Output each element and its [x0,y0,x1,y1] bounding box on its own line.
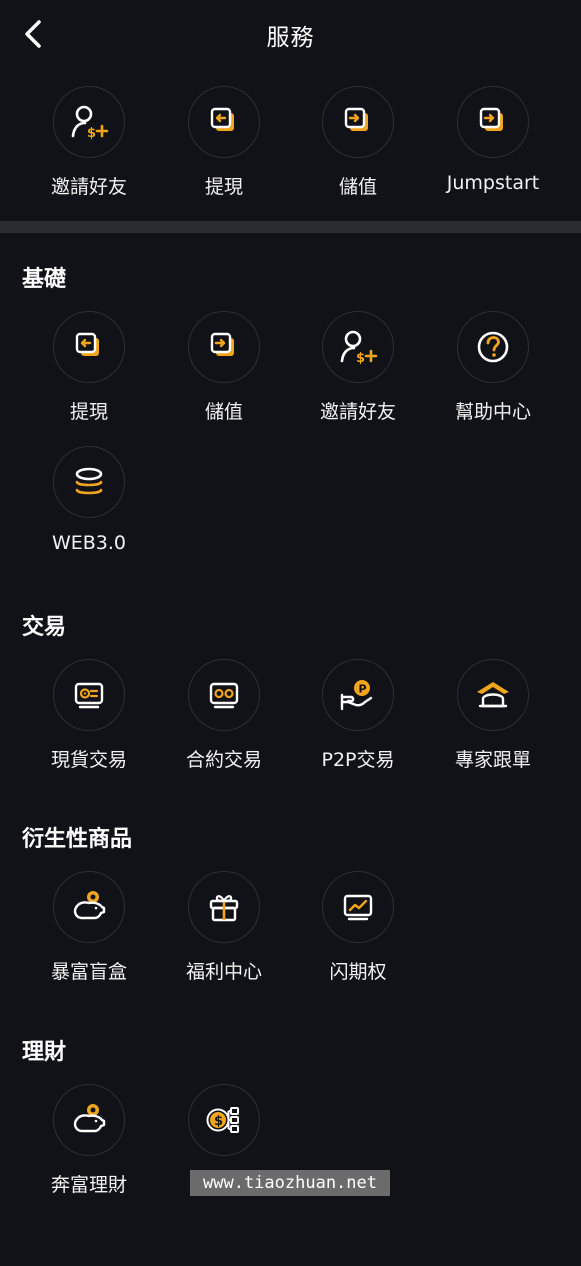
basic-help-label: 幫助中心 [454,401,531,423]
trade-p2p-label: P2P交易 [321,749,395,771]
icon-circle [53,1084,125,1156]
basic-deposit-label: 儲值 [204,401,243,423]
piggy-bank-icon [73,1104,106,1133]
section-title-basic: 基礎 [22,267,67,292]
icon-circle [53,311,125,383]
derivatives-welfare-center[interactable]: 福利中心 [157,871,291,984]
finance-benfu[interactable]: 奔富理財 [22,1084,156,1197]
basic-deposit[interactable]: 儲值 [157,311,291,424]
basic-invite-label: 邀請好友 [319,401,396,423]
page-title: 服務 [266,25,315,51]
icon-circle [322,86,394,158]
icon-circle [457,311,529,383]
basic-withdraw[interactable]: 提現 [22,311,156,424]
derivatives-flash-option-label: 闪期权 [329,961,387,983]
section-title-derivatives: 衍生性商品 [22,827,133,852]
trade-contract-label: 合約交易 [185,749,262,771]
section-title-trade: 交易 [22,615,67,640]
quick-deposit-label: 儲值 [338,176,377,198]
icon-circle [457,86,529,158]
svg-text:$: $ [356,351,365,366]
icon-circle [53,446,125,518]
jumpstart-icon [479,107,503,131]
trade-spot[interactable]: 現貨交易 [22,659,156,772]
icon-circle [188,871,260,943]
basic-withdraw-label: 提現 [69,401,108,423]
quick-jumpstart-label: Jumpstart [446,172,540,194]
icon-circle [457,659,529,731]
icon-circle [188,311,260,383]
derivatives-flash-option[interactable]: 闪期权 [291,871,425,984]
piggy-bank-icon [73,891,106,920]
basic-invite-friends[interactable]: $ 邀請好友 [291,311,425,424]
icon-circle [53,871,125,943]
dollar-network-icon: $ [206,1107,239,1133]
trade-contract[interactable]: 合約交易 [157,659,291,772]
invite-user-icon: $ [340,330,378,366]
contract-trade-icon [209,682,239,709]
header: 服務 [0,0,581,68]
svg-text:$: $ [87,126,96,141]
p2p-icon: P [340,680,373,711]
icon-circle [188,86,260,158]
svg-text:$: $ [214,1114,223,1129]
trade-copy[interactable]: 專家跟單 [426,659,560,772]
icon-circle: $ [53,86,125,158]
spot-trade-icon [74,682,104,709]
trade-spot-label: 現貨交易 [50,749,127,771]
deposit-icon [210,332,234,356]
icon-circle [322,871,394,943]
quick-withdraw-label: 提現 [204,176,243,198]
svg-text:P: P [359,683,367,696]
quick-withdraw[interactable]: 提現 [157,86,291,199]
withdraw-icon [210,107,234,131]
quick-jumpstart[interactable]: Jumpstart [426,86,560,194]
basic-help-center[interactable]: 幫助中心 [426,311,560,424]
chart-monitor-icon [343,894,373,921]
basic-web3[interactable]: WEB3.0 [22,446,156,554]
finance-benfu-label: 奔富理財 [50,1174,127,1196]
quick-invite-label: 邀請好友 [50,176,127,198]
icon-circle: P [322,659,394,731]
withdraw-icon [75,332,99,356]
derivatives-welfare-label: 福利中心 [185,961,262,983]
section-title-finance: 理財 [22,1040,67,1065]
icon-circle [53,659,125,731]
icon-circle [188,659,260,731]
gift-icon [209,895,239,922]
quick-invite-friends[interactable]: $ 邀請好友 [22,86,156,199]
basic-web3-label: WEB3.0 [51,532,127,554]
finance-dollar-network[interactable]: $ [157,1084,291,1170]
icon-circle: $ [188,1084,260,1156]
help-icon [477,331,509,363]
icon-circle: $ [322,311,394,383]
derivatives-blind-box-label: 暴富盲盒 [50,961,127,983]
watermark: www.tiaozhuan.net [190,1170,390,1196]
invite-user-icon: $ [71,105,109,141]
coins-stack-icon [75,467,103,495]
derivatives-blind-box[interactable]: 暴富盲盒 [22,871,156,984]
copy-trade-icon [477,682,509,708]
deposit-icon [344,107,368,131]
section-divider [0,221,581,233]
quick-deposit[interactable]: 儲值 [291,86,425,199]
trade-p2p[interactable]: P P2P交易 [291,659,425,772]
trade-copy-label: 專家跟單 [454,749,531,771]
